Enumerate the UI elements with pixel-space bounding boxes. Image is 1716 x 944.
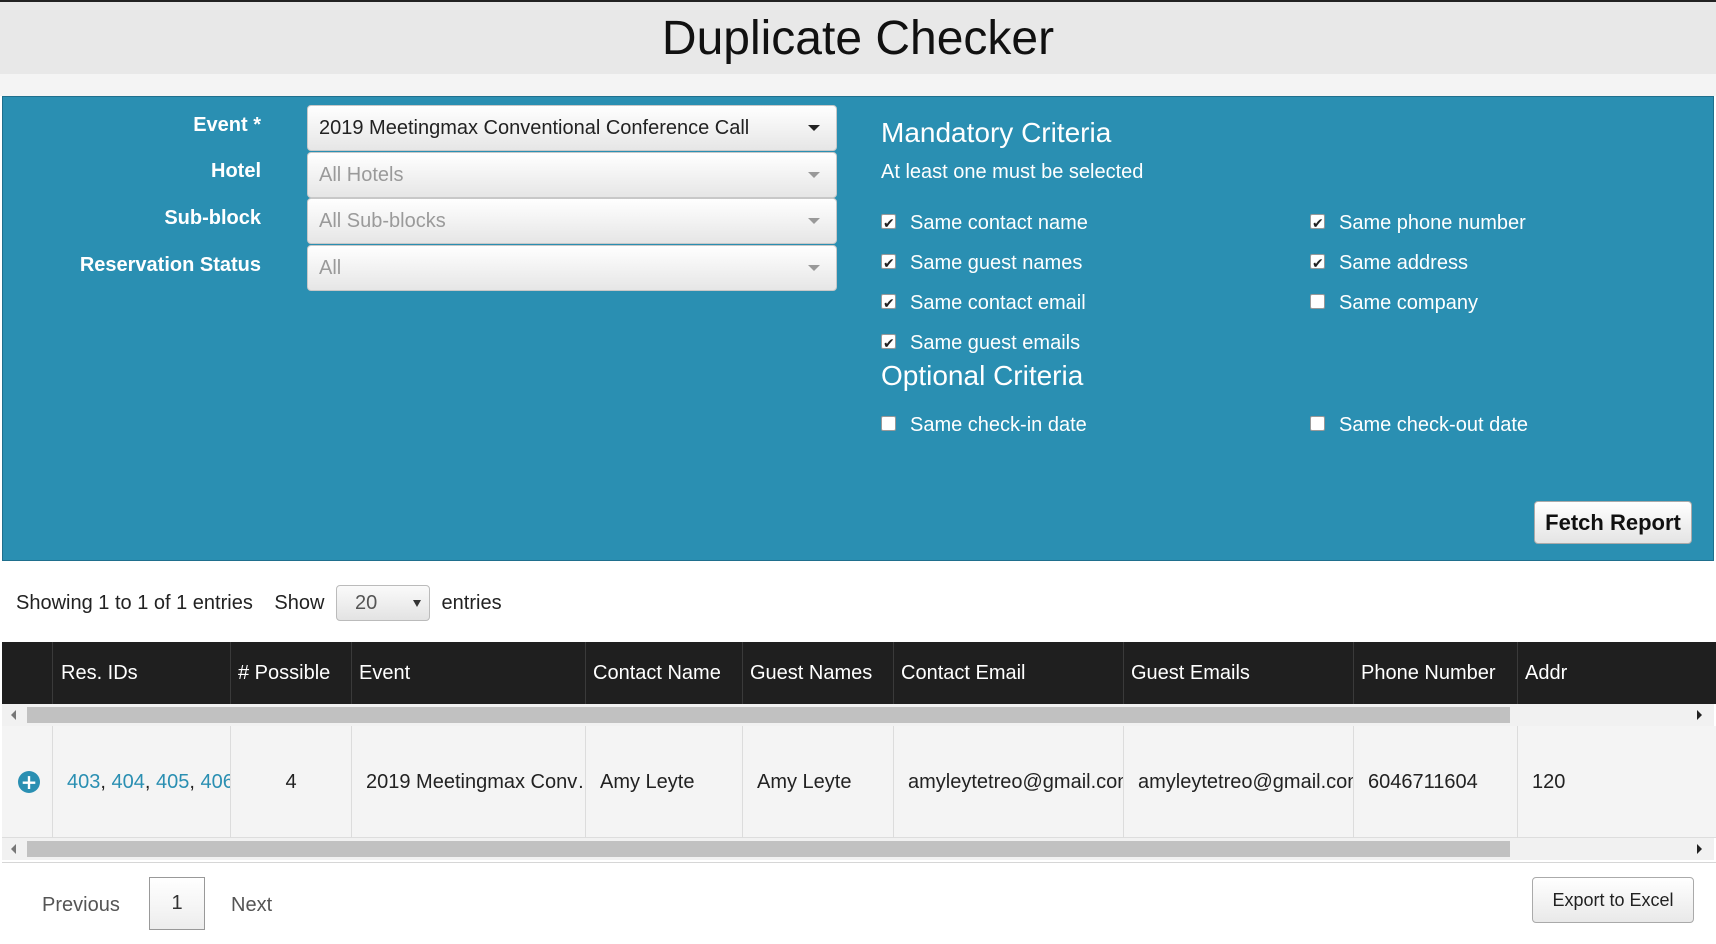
column-header-res-ids[interactable]: Res. IDs [52, 642, 230, 704]
scroll-left-icon[interactable] [11, 710, 16, 720]
table-row: + 403, 404, 405, 406 4 2019 Meetingmax C… [2, 726, 1716, 838]
pagination-page-1[interactable]: 1 [149, 877, 205, 930]
export-to-excel-button[interactable]: Export to Excel [1532, 877, 1694, 923]
table-length-bar: Showing 1 to 1 of 1 entries Show 20 entr… [16, 584, 502, 621]
header-spacer [0, 74, 1716, 96]
criterion-label: Same guest emails [910, 332, 1081, 354]
footer-divider [2, 862, 1716, 863]
subblock-select-value: All Sub-blocks [319, 210, 446, 232]
hotel-select-value: All Hotels [319, 164, 404, 186]
checkbox[interactable] [881, 416, 896, 432]
page-length-select[interactable]: 20 [335, 584, 430, 621]
show-label: Show [274, 591, 325, 614]
scroll-left-icon[interactable] [11, 844, 16, 854]
caret-down-icon [412, 599, 421, 607]
checkbox[interactable] [1310, 251, 1325, 277]
phone-number-cell: 6046711604 [1353, 726, 1517, 838]
res-id-link[interactable]: 404 [112, 771, 145, 793]
column-header-phone-number[interactable]: Phone Number [1353, 642, 1517, 704]
res-ids-cell: 403, 404, 405, 406 [52, 726, 230, 838]
criterion-same-check-out-date[interactable]: Same check-out date [1310, 412, 1528, 438]
caret-down-icon [808, 172, 820, 178]
criterion-label: Same guest names [910, 252, 1083, 274]
caret-down-icon [808, 125, 820, 131]
scrollbar-thumb[interactable] [27, 707, 1510, 723]
header-horizontal-scrollbar[interactable] [2, 704, 1714, 726]
entries-info: Showing 1 to 1 of 1 entries [16, 591, 253, 614]
pagination-previous[interactable]: Previous [42, 885, 120, 925]
res-id-link[interactable]: 405 [156, 771, 189, 793]
criterion-same-phone-number[interactable]: Same phone number [1310, 210, 1526, 237]
scrollbar-thumb[interactable] [27, 841, 1510, 857]
reservation-status-select-value: All [319, 257, 342, 279]
res-id-link[interactable]: 403 [67, 771, 100, 793]
contact-name-cell: Amy Leyte [585, 726, 742, 838]
page-length-value: 20 [354, 592, 378, 615]
criterion-label: Same phone number [1339, 212, 1526, 234]
checkbox[interactable] [881, 331, 896, 357]
column-header-guest-emails[interactable]: Guest Emails [1123, 642, 1353, 704]
table-header: Res. IDs # Possible Event Contact Name G… [2, 642, 1716, 704]
column-header-possible[interactable]: # Possible [230, 642, 351, 704]
criterion-same-guest-emails[interactable]: Same guest emails [881, 330, 1081, 357]
reservation-status-select[interactable]: All [307, 245, 837, 291]
reservation-status-label: Reservation Status [79, 254, 261, 276]
criterion-same-guest-names[interactable]: Same guest names [881, 250, 1083, 277]
checkbox[interactable] [1310, 294, 1325, 310]
criterion-same-company[interactable]: Same company [1310, 290, 1478, 316]
filter-panel: Event * 2019 Meetingmax Conventional Con… [2, 96, 1714, 561]
entries-label: entries [441, 591, 502, 614]
column-header-contact-email[interactable]: Contact Email [893, 642, 1123, 704]
event-select[interactable]: 2019 Meetingmax Conventional Conference … [307, 105, 837, 151]
caret-down-icon [808, 265, 820, 271]
event-select-value: 2019 Meetingmax Conventional Conference … [319, 117, 750, 139]
optional-criteria-title: Optional Criteria [881, 360, 1084, 391]
caret-down-icon [808, 218, 820, 224]
body-horizontal-scrollbar[interactable] [2, 838, 1714, 860]
criterion-same-check-in-date[interactable]: Same check-in date [881, 412, 1087, 438]
page-header: Duplicate Checker [0, 0, 1716, 74]
subblock-label: Sub-block [164, 207, 261, 229]
column-header-event[interactable]: Event [351, 642, 585, 704]
criterion-same-address[interactable]: Same address [1310, 250, 1468, 277]
mandatory-criteria-subtitle: At least one must be selected [881, 161, 1144, 183]
checkbox[interactable] [881, 211, 896, 237]
scroll-right-icon[interactable] [1697, 844, 1702, 854]
pagination-next[interactable]: Next [231, 885, 272, 925]
address-cell: 120 [1517, 726, 1716, 838]
checkbox[interactable] [1310, 211, 1325, 237]
checkbox[interactable] [881, 291, 896, 317]
checkbox[interactable] [881, 251, 896, 277]
possible-cell: 4 [230, 726, 351, 838]
criterion-label: Same company [1339, 292, 1478, 314]
guest-emails-cell: amyleytetreo@gmail.com [1123, 726, 1353, 838]
checkbox[interactable] [1310, 416, 1325, 432]
mandatory-criteria-title: Mandatory Criteria [881, 117, 1112, 148]
criterion-label: Same address [1339, 252, 1468, 274]
expand-cell: + [2, 726, 52, 838]
criterion-label: Same check-out date [1339, 414, 1528, 436]
column-header-contact-name[interactable]: Contact Name [585, 642, 742, 704]
fetch-report-button[interactable]: Fetch Report [1534, 501, 1692, 544]
hotel-select[interactable]: All Hotels [307, 152, 837, 198]
column-header-address[interactable]: Addr [1517, 642, 1716, 704]
scroll-right-icon[interactable] [1697, 710, 1702, 720]
event-cell: 2019 Meetingmax Conv… [351, 726, 585, 838]
plus-circle-icon[interactable]: + [18, 771, 40, 793]
guest-names-cell: Amy Leyte [742, 726, 893, 838]
hotel-label: Hotel [211, 160, 261, 182]
criterion-label: Same check-in date [910, 414, 1087, 436]
criterion-same-contact-name[interactable]: Same contact name [881, 210, 1088, 237]
contact-email-cell: amyleytetreo@gmail.com [893, 726, 1123, 838]
column-header-guest-names[interactable]: Guest Names [742, 642, 893, 704]
criterion-label: Same contact email [910, 292, 1086, 314]
subblock-select[interactable]: All Sub-blocks [307, 198, 837, 244]
criterion-label: Same contact name [910, 212, 1088, 234]
criterion-same-contact-email[interactable]: Same contact email [881, 290, 1086, 317]
event-label: Event * [193, 114, 261, 136]
page-title: Duplicate Checker [661, 12, 1055, 65]
res-id-link[interactable]: 406 [201, 771, 231, 793]
